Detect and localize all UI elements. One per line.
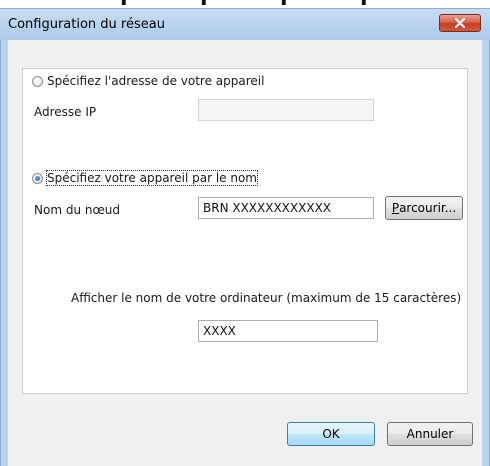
ok-button[interactable]: OK [287,422,375,446]
radio-specify-name[interactable]: Spécifiez votre appareil par le nom [32,170,258,186]
node-name-field[interactable]: BRN XXXXXXXXXXXX [198,197,374,219]
cancel-button[interactable]: Annuler [387,422,473,446]
computer-name-field[interactable]: XXXX [198,320,378,342]
dialog-client-area: Spécifiez l'adresse de votre appareil Ad… [8,40,482,466]
radio-button-address[interactable] [32,76,43,87]
settings-panel: Spécifiez l'adresse de votre appareil Ad… [22,68,468,394]
title-bar[interactable]: Configuration du réseau [0,8,490,40]
browse-mnemonic: P [391,201,400,215]
network-config-dialog: r r r r Configuration du réseau Spécifie… [0,0,490,466]
radio-address-label: Spécifiez l'adresse de votre appareil [47,74,265,88]
browse-button[interactable]: Parcourir... [385,196,463,220]
browse-label: arcourir... [399,201,457,215]
radio-button-name[interactable] [32,173,43,184]
node-name-label: Nom du nœud [34,203,120,217]
computer-name-label: Afficher le nom de votre ordinateur (max… [71,291,462,305]
ip-address-field [198,99,374,121]
ip-address-label: Adresse IP [34,105,97,119]
window-frame-right [481,40,490,466]
radio-specify-address[interactable]: Spécifiez l'adresse de votre appareil [32,74,264,88]
window-title: Configuration du réseau [8,17,165,32]
close-icon [454,18,466,28]
close-button[interactable] [439,14,481,32]
radio-name-label: Spécifiez votre appareil par le nom [46,170,258,186]
